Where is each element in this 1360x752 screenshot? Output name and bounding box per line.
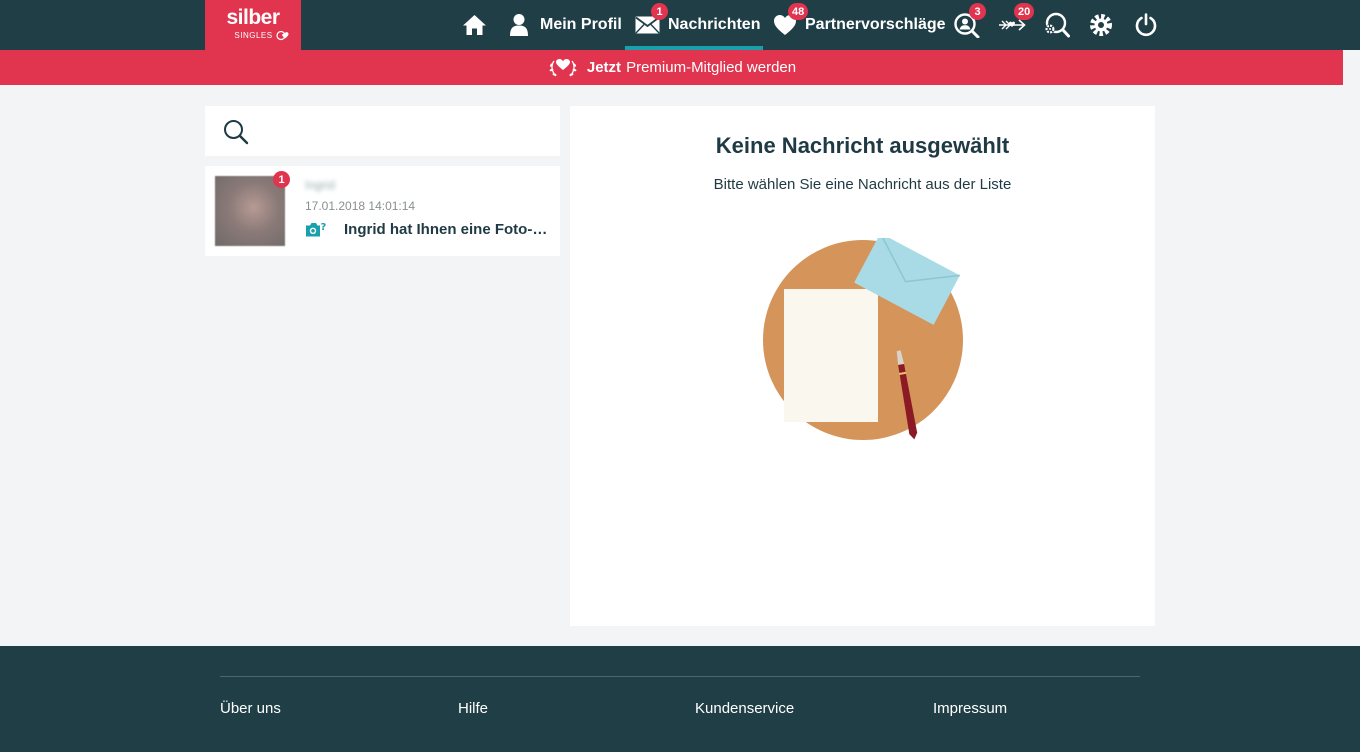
unread-count-badge: 1 — [273, 171, 290, 188]
photo-request-icon: ? — [306, 222, 327, 237]
footer-divider — [220, 676, 1140, 677]
footer-link-about[interactable]: Über uns — [220, 700, 281, 717]
search-icon — [224, 120, 249, 145]
power-icon — [1135, 13, 1157, 37]
footer-link-help[interactable]: Hilfe — [458, 700, 488, 717]
logo[interactable]: silber SINGLES — [205, 0, 301, 50]
cupid-count-badge: 20 — [1014, 3, 1035, 20]
avatar — [215, 176, 285, 246]
footer-link-imprint[interactable]: Impressum — [933, 700, 1007, 717]
message-timestamp: 17.01.2018 14:01:14 — [305, 199, 416, 213]
logo-text: silber — [226, 6, 280, 29]
search-input[interactable] — [263, 116, 548, 146]
premium-banner-strong: Jetzt — [586, 59, 622, 76]
suggestions-count-badge: 48 — [788, 3, 809, 20]
nav-home[interactable] — [462, 0, 495, 50]
premium-banner-text: Premium-Mitglied werden — [626, 59, 797, 76]
list-item[interactable]: 1 Ingrid 17.01.2018 14:01:14 ? Ingrid ha… — [205, 166, 560, 256]
messages-count-badge: 1 — [651, 3, 668, 20]
empty-state-title: Keine Nachricht ausgewählt — [715, 133, 1010, 158]
premium-banner[interactable]: Jetzt Premium-Mitglied werden — [0, 50, 1343, 85]
message-preview: Ingrid hat Ihnen eine Foto-Anfrage gesen… — [344, 221, 557, 238]
user-icon — [510, 14, 528, 36]
empty-state-subtitle: Bitte wählen Sie eine Nachricht aus der … — [713, 176, 1012, 193]
footer: Über uns Hilfe Kundenservice Impressum — [0, 646, 1360, 752]
heart-logo-icon — [275, 30, 289, 41]
laurel-heart-icon — [549, 58, 577, 76]
svg-text:?: ? — [321, 222, 327, 233]
nav-settings[interactable] — [1089, 0, 1113, 50]
nav-my-profile[interactable]: Mein Profil — [509, 0, 622, 50]
gear-icon — [1090, 14, 1112, 36]
visitors-count-badge: 3 — [969, 3, 986, 20]
sender-name: Ingrid — [305, 178, 336, 192]
logo-subtext: SINGLES — [234, 31, 273, 40]
letter-illustration — [763, 238, 963, 440]
footer-link-customer-service[interactable]: Kundenservice — [695, 700, 794, 717]
home-icon — [463, 15, 486, 35]
search-settings-icon — [1045, 12, 1070, 38]
nav-logout[interactable] — [1134, 0, 1158, 50]
nav-search[interactable] — [1042, 0, 1070, 50]
message-search — [205, 106, 560, 156]
top-navigation: silber SINGLES Mein Profil Nachrichten 1… — [0, 0, 1360, 50]
message-detail-panel: Keine Nachricht ausgewählt Bitte wählen … — [570, 106, 1155, 626]
